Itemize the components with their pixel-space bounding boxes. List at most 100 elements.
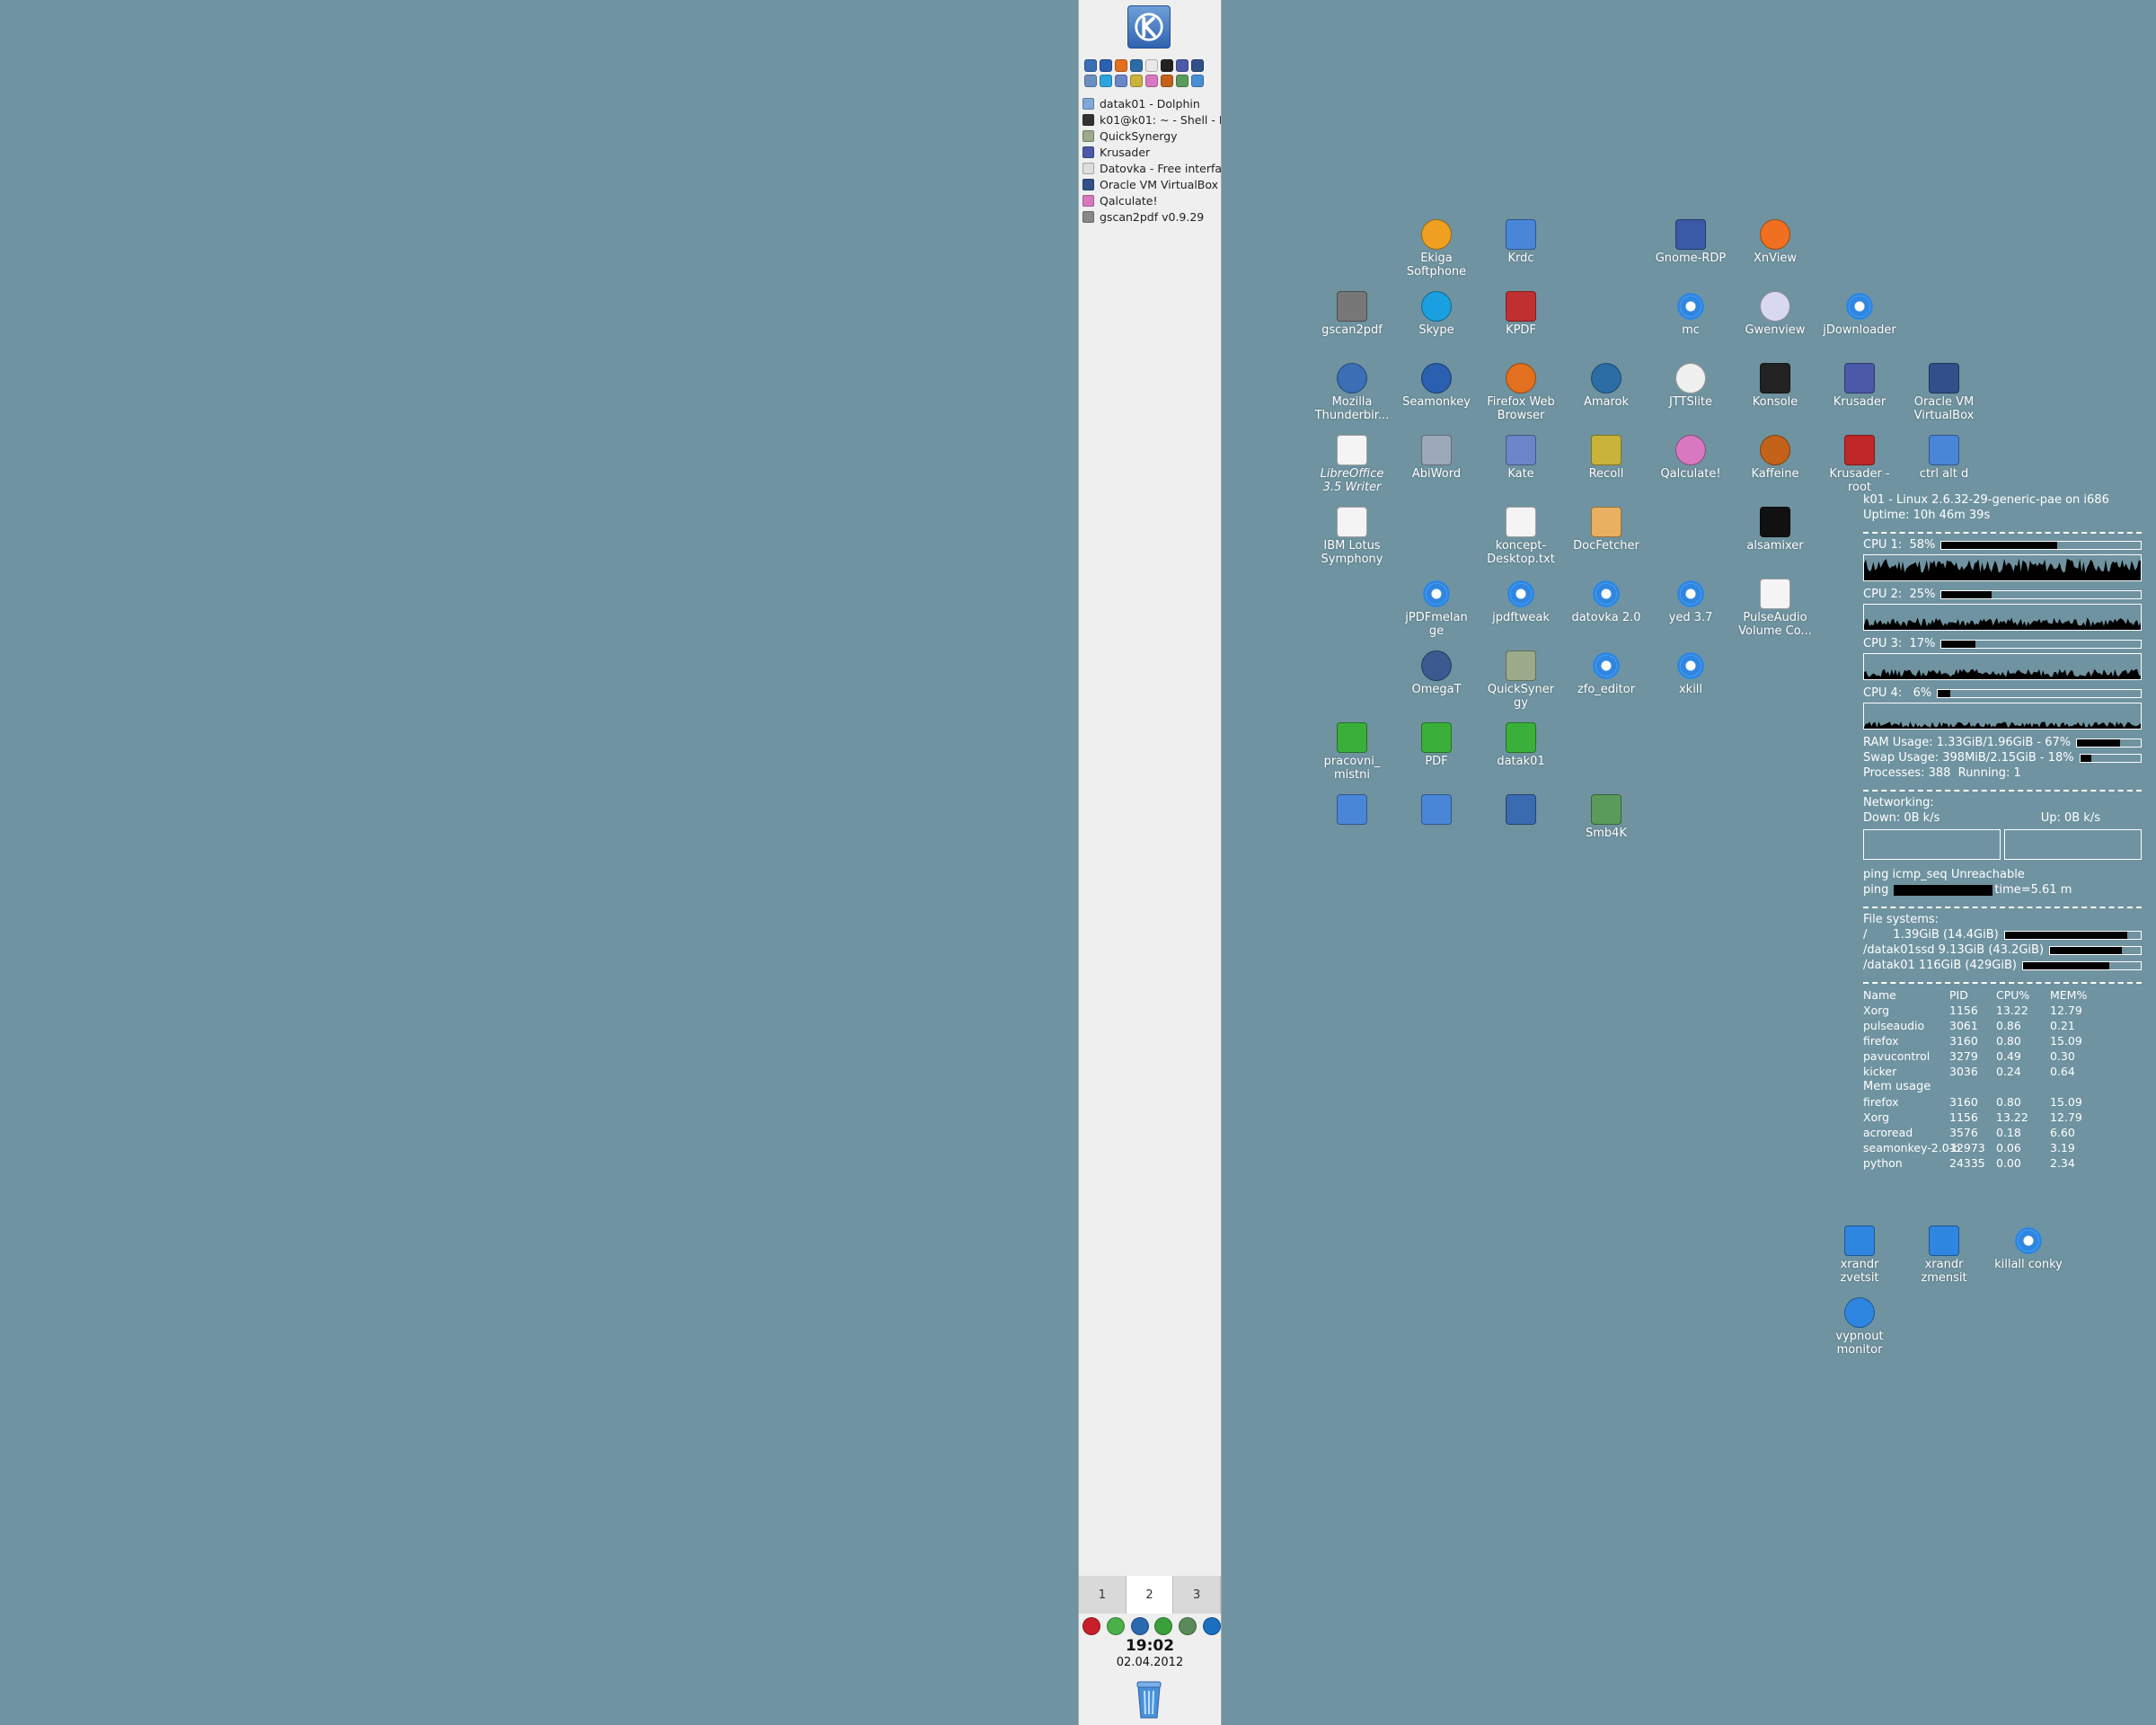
task-button[interactable]: Krusader xyxy=(1082,144,1221,160)
desktop-icon-alsamixer[interactable]: alsamixer xyxy=(1733,507,1817,553)
process-cell: 3061 xyxy=(1949,1019,1978,1032)
task-button[interactable]: QuickSynergy xyxy=(1082,128,1221,144)
hp-icon[interactable] xyxy=(1202,1617,1221,1635)
desktop-icon-konsole[interactable]: Konsole xyxy=(1733,363,1817,409)
desktop-icon-gscan2pdf[interactable]: gscan2pdf xyxy=(1310,291,1394,337)
desktop-icon-datovka-2-0[interactable]: datovka 2.0 xyxy=(1564,579,1648,624)
thunderbird-icon[interactable] xyxy=(1084,59,1097,72)
kde-menu-button[interactable] xyxy=(1127,5,1171,49)
desktop-icon-computer-icon[interactable] xyxy=(1479,794,1563,827)
desktop-icon-network-folder-icon[interactable] xyxy=(1310,794,1394,827)
krusader-icon[interactable] xyxy=(1176,59,1188,72)
desktop-icon-jdownloader[interactable]: jDownloader xyxy=(1817,291,1902,337)
desktop-icon-docfetcher[interactable]: DocFetcher xyxy=(1564,507,1648,553)
net-graphs xyxy=(1863,829,2142,860)
keyboard-layout-icon[interactable] xyxy=(1082,1617,1100,1635)
firefox-icon[interactable] xyxy=(1115,59,1127,72)
desktop-icon-recoll[interactable]: Recoll xyxy=(1564,435,1648,481)
desktop-icon-xrandr[interactable]: xrandr zmensit xyxy=(1902,1225,1986,1285)
qalculate-icon[interactable] xyxy=(1145,75,1158,87)
desktop-icon-datak01[interactable]: datak01 xyxy=(1479,722,1563,768)
smb-icon[interactable] xyxy=(1176,75,1188,87)
desktop-icon-network-folder-icon[interactable] xyxy=(1394,794,1479,827)
desktop-icon-xrandr[interactable]: xrandr zvetsit xyxy=(1817,1225,1902,1285)
skype-icon[interactable] xyxy=(1100,75,1112,87)
desktop-1[interactable]: 1 xyxy=(1079,1576,1127,1614)
seamonkey-icon[interactable] xyxy=(1100,59,1112,72)
recoll-icon xyxy=(1591,435,1621,465)
desktop-3[interactable]: 3 xyxy=(1173,1576,1222,1614)
desktop-icon-zfo-editor[interactable]: zfo_editor xyxy=(1564,650,1648,696)
kaffeine-icon[interactable] xyxy=(1161,75,1173,87)
stopwatch-icon[interactable] xyxy=(1145,59,1158,72)
desktop-icon-oracle-vm[interactable]: Oracle VM VirtualBox xyxy=(1902,363,1986,422)
desktop-icon-omegat[interactable]: OmegaT xyxy=(1394,650,1479,696)
konsole-icon[interactable] xyxy=(1161,59,1173,72)
globe-icon[interactable] xyxy=(1130,1617,1149,1635)
desktop-icon-vypnout[interactable]: vypnout monitor xyxy=(1817,1297,1902,1357)
desktop-icon-jpdfmelan[interactable]: jPDFmelan ge xyxy=(1394,579,1479,638)
desktop-icon-mc[interactable]: mc xyxy=(1648,291,1733,337)
desktop-icon-pracovni-[interactable]: pracovni_ mistni xyxy=(1310,722,1394,782)
desktop-icon-xkill[interactable]: xkill xyxy=(1648,650,1733,696)
recoll-icon[interactable] xyxy=(1130,75,1143,87)
display-icon[interactable] xyxy=(1179,1617,1197,1635)
desktop-icon-abiword[interactable]: AbiWord xyxy=(1394,435,1479,481)
cpu-bar xyxy=(1940,639,2142,649)
clock-time[interactable]: 19:02 xyxy=(1079,1637,1221,1655)
desktop-icon-koncept-[interactable]: koncept- Desktop.txt xyxy=(1479,507,1563,566)
text-file-icon xyxy=(1506,507,1536,537)
desktop-2[interactable]: 2 xyxy=(1126,1576,1174,1614)
desktop-icon-gnome-rdp[interactable]: Gnome-RDP xyxy=(1648,219,1733,265)
desktop-icon-ctrl-alt-d[interactable]: ctrl alt d xyxy=(1902,435,1986,481)
task-button[interactable]: k01@k01: ~ - Shell - Konsole xyxy=(1082,111,1221,128)
update-icon[interactable] xyxy=(1154,1617,1173,1635)
swap-bar xyxy=(2079,753,2142,763)
task-button[interactable]: Oracle VM VirtualBox xyxy=(1082,176,1221,192)
virtualbox-icon[interactable] xyxy=(1191,59,1204,72)
desktop-icon-kate[interactable]: Kate xyxy=(1479,435,1563,481)
desktop-icon-label: Ekiga Softphone xyxy=(1406,252,1467,279)
desktop-icon-pdf[interactable]: PDF xyxy=(1394,722,1479,768)
desktop-icon-kaffeine[interactable]: Kaffeine xyxy=(1733,435,1817,481)
konsole-icon xyxy=(1082,113,1094,126)
desktop-icon-seamonkey[interactable]: Seamonkey xyxy=(1394,363,1479,409)
network-status-icon[interactable] xyxy=(1106,1617,1125,1635)
task-button[interactable]: Datovka - Free interface xyxy=(1082,160,1221,176)
fs-label: / 1.39GiB (14.4GiB) xyxy=(1863,928,1999,942)
desktop-icon-libreoffice[interactable]: LibreOffice 3.5 Writer xyxy=(1310,435,1394,494)
desktop-icon-skype[interactable]: Skype xyxy=(1394,291,1479,337)
desktop-icon-gwenview[interactable]: Gwenview xyxy=(1733,291,1817,337)
task-label: Krusader xyxy=(1100,145,1151,159)
desktop-icon-smb4k[interactable]: Smb4K xyxy=(1564,794,1648,840)
desktop-icon-killall-conky[interactable]: killall conky xyxy=(1986,1225,2071,1271)
desktop-icon-kpdf[interactable]: KPDF xyxy=(1479,291,1563,337)
desktop-icon-pulseaudio[interactable]: PulseAudio Volume Co... xyxy=(1733,579,1817,638)
amarok-icon[interactable] xyxy=(1130,59,1143,72)
power-icon xyxy=(1844,1297,1875,1328)
desktop-icon-qalculate-[interactable]: Qalculate! xyxy=(1648,435,1733,481)
task-button[interactable]: Qalculate! xyxy=(1082,192,1221,208)
desktop-icon-ibm-lotus[interactable]: IBM Lotus Symphony xyxy=(1310,507,1394,566)
desktop-icon-ekiga[interactable]: Ekiga Softphone xyxy=(1394,219,1479,279)
kate-icon[interactable] xyxy=(1115,75,1127,87)
desktop-icon-firefox-web[interactable]: Firefox Web Browser xyxy=(1479,363,1563,422)
desktop-icon-krusader[interactable]: Krusader xyxy=(1817,363,1902,409)
desktop-icon-krusader-[interactable]: Krusader - root xyxy=(1817,435,1902,494)
desktop-icon-label: XnView xyxy=(1754,252,1797,265)
network-icon[interactable] xyxy=(1191,75,1204,87)
desktop-icon-amarok[interactable]: Amarok xyxy=(1564,363,1648,409)
desktop-icon-krdc[interactable]: Krdc xyxy=(1479,219,1563,265)
clock-date[interactable]: 02.04.2012 xyxy=(1079,1656,1221,1669)
desktop-icon-yed-3-7[interactable]: yed 3.7 xyxy=(1648,579,1733,624)
task-button[interactable]: gscan2pdf v0.9.29 xyxy=(1082,208,1221,225)
task-button[interactable]: datak01 - Dolphin xyxy=(1082,95,1221,111)
desktop-icon-mozilla[interactable]: Mozilla Thunderbir... xyxy=(1310,363,1394,422)
desktop-icon-xnview[interactable]: XnView xyxy=(1733,219,1817,265)
desktop-icon-quicksyner[interactable]: QuickSyner gy xyxy=(1479,650,1563,710)
document-icon[interactable] xyxy=(1084,75,1097,87)
process-cell: 0.24 xyxy=(1996,1065,2021,1078)
desktop-icon-jttslite[interactable]: JTTSlite xyxy=(1648,363,1733,409)
trash-icon[interactable] xyxy=(1133,1676,1165,1720)
desktop-icon-jpdftweak[interactable]: jpdftweak xyxy=(1479,579,1563,624)
